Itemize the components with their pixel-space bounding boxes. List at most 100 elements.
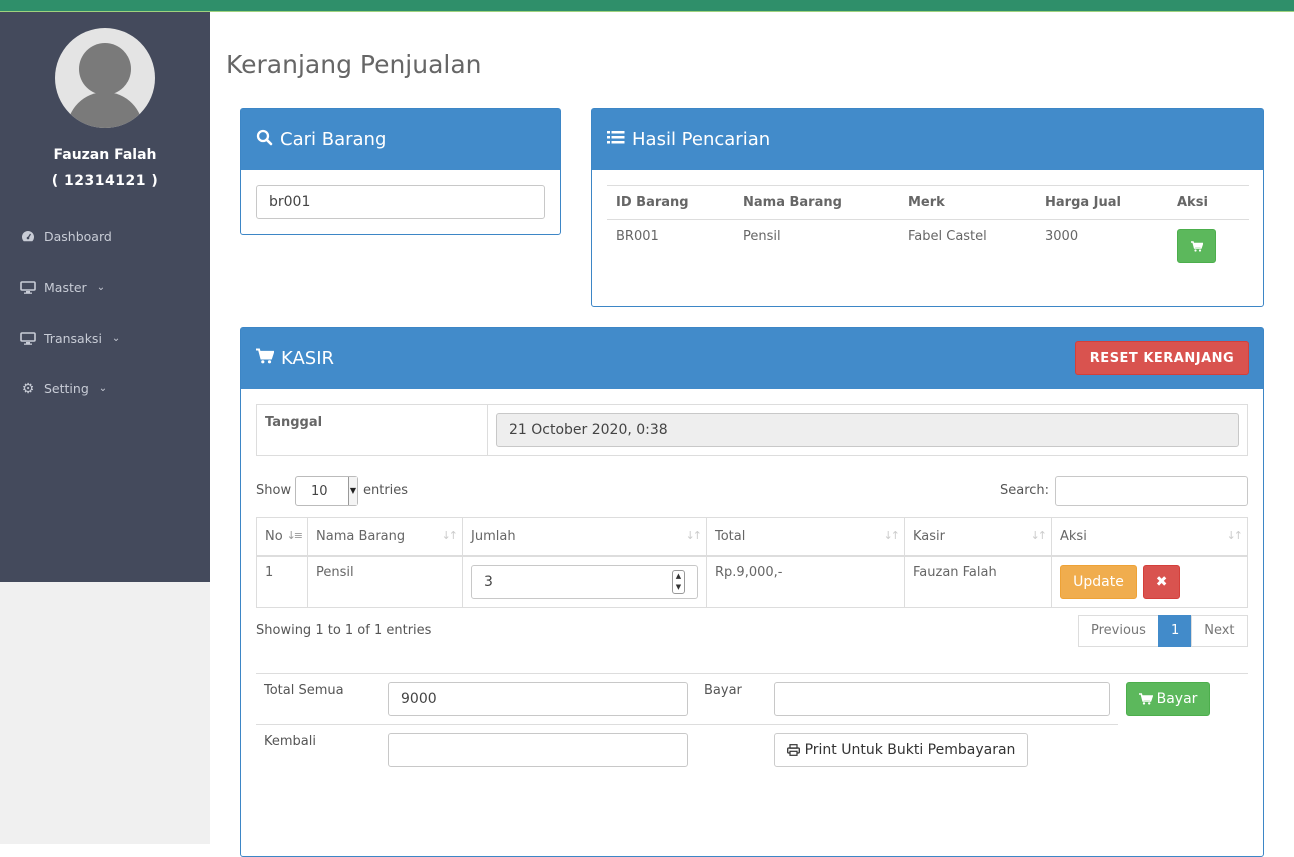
sort-icon: ↓↑ <box>883 529 901 542</box>
cart-icon <box>1190 240 1203 252</box>
date-box: Tanggal 21 October 2020, 0:38 <box>256 404 1248 456</box>
dashboard-icon <box>20 230 36 244</box>
row-total: Rp.9,000,- <box>706 555 905 608</box>
row-item-name: Pensil <box>307 555 463 608</box>
pay-field[interactable] <box>774 682 1110 716</box>
column-header-jumlah[interactable]: Jumlah ↓↑ <box>462 517 707 557</box>
date-label: Tanggal <box>257 405 488 455</box>
sidebar-footer-area <box>0 582 210 844</box>
column-header: Aksi <box>1168 185 1249 220</box>
change-label: Kembali <box>264 734 316 749</box>
change-field[interactable] <box>388 733 688 767</box>
item-brand: Fabel Castel <box>908 229 987 244</box>
gear-icon: ⚙ <box>21 380 35 397</box>
desktop-icon <box>20 281 36 295</box>
update-button[interactable]: Update <box>1060 564 1137 599</box>
column-header: ID Barang <box>607 185 734 220</box>
column-header-aksi[interactable]: Aksi ↓↑ <box>1051 517 1248 557</box>
reset-cart-button[interactable]: RESET KERANJANG <box>1075 341 1249 375</box>
list-icon <box>607 129 625 150</box>
sidebar: Fauzan Falah ( 12314121 ) Dashboard Mast… <box>0 12 210 582</box>
page-title: Keranjang Penjualan <box>226 50 482 79</box>
item-id: BR001 <box>616 229 659 244</box>
table-search-input[interactable] <box>1055 476 1248 506</box>
cart-icon <box>1138 693 1153 705</box>
pagination-previous[interactable]: Previous <box>1078 615 1159 647</box>
chevron-down-icon: ⌄ <box>96 282 106 293</box>
close-icon: ✖ <box>1155 573 1168 590</box>
entries-label: entries <box>363 483 409 498</box>
divider <box>256 724 1118 725</box>
print-button-label: Print Untuk Bukti Pembayaran <box>804 742 1016 758</box>
sidebar-item-label: Master <box>44 280 87 295</box>
item-action <box>1168 220 1249 273</box>
results-panel-header: Hasil Pencarian <box>592 109 1263 170</box>
chevron-down-icon: ⌄ <box>111 333 121 344</box>
entries-value: 10 <box>311 484 328 499</box>
show-label: Show <box>256 483 292 498</box>
pay-button-label: Bayar <box>1156 691 1198 707</box>
sidebar-item-master[interactable]: Master ⌄ <box>20 280 105 295</box>
add-to-cart-button[interactable] <box>1177 229 1216 263</box>
sidebar-item-setting[interactable]: ⚙ Setting ⌄ <box>20 380 108 397</box>
item-price: 3000 <box>1045 229 1079 244</box>
print-receipt-button[interactable]: Print Untuk Bukti Pembayaran <box>774 733 1028 767</box>
desktop-icon <box>20 332 36 346</box>
kasir-panel-title: KASIR <box>281 348 335 369</box>
column-header: Merk <box>899 185 1036 220</box>
cart-icon <box>256 348 275 369</box>
kasir-panel: KASIR RESET KERANJANG Tanggal 21 October… <box>240 327 1264 857</box>
chevron-down-icon: ⌄ <box>98 383 108 394</box>
print-icon <box>786 744 800 756</box>
search-panel-title: Cari Barang <box>280 129 387 150</box>
total-label: Total Semua <box>264 683 344 698</box>
column-header: Nama Barang <box>734 185 899 220</box>
table-row: BR001 Pensil Fabel Castel 3000 <box>607 220 1249 273</box>
quantity-stepper[interactable]: 3 ▲ ▼ <box>471 564 698 599</box>
sort-icon: ↓↑ <box>1030 529 1048 542</box>
user-id: ( 12314121 ) <box>51 173 159 189</box>
sort-asc-icon: ↓≡ <box>286 529 304 542</box>
delete-button[interactable]: ✖ <box>1143 564 1181 599</box>
avatar <box>55 28 155 128</box>
sort-icon: ↓↑ <box>441 529 459 542</box>
search-panel-header: Cari Barang <box>241 109 560 170</box>
pagination-page-1[interactable]: 1 <box>1157 615 1193 647</box>
row-quantity-cell: 3 ▲ ▼ <box>462 555 707 608</box>
total-field[interactable] <box>388 682 688 716</box>
pay-button[interactable]: Bayar <box>1126 682 1210 716</box>
quantity-value: 3 <box>484 573 493 590</box>
sidebar-item-label: Dashboard <box>44 229 112 244</box>
pay-label: Bayar <box>704 683 742 698</box>
user-name: Fauzan Falah <box>53 147 157 163</box>
column-header-no[interactable]: No ↓≡ <box>256 517 308 557</box>
results-panel: Hasil Pencarian ID Barang Nama Barang Me… <box>591 108 1264 307</box>
chevron-down-icon: ▼ <box>348 477 357 505</box>
column-header-nama[interactable]: Nama Barang ↓↑ <box>307 517 463 557</box>
results-table: ID Barang Nama Barang Merk Harga Jual Ak… <box>607 185 1249 272</box>
pagination: Previous 1 Next <box>1078 615 1248 647</box>
row-cashier: Fauzan Falah <box>904 555 1052 608</box>
sidebar-item-transaksi[interactable]: Transaksi ⌄ <box>20 331 120 346</box>
sidebar-item-dashboard[interactable]: Dashboard <box>20 229 112 244</box>
sort-icon: ↓↑ <box>1226 529 1244 542</box>
results-panel-title: Hasil Pencarian <box>632 129 771 150</box>
search-item-input[interactable] <box>256 185 545 219</box>
stepper-arrows-icon[interactable]: ▲ ▼ <box>672 569 685 594</box>
search-label: Search: <box>1000 483 1050 498</box>
sidebar-item-label: Transaksi <box>44 331 102 346</box>
cart-table: No ↓≡ Nama Barang ↓↑ Jumlah ↓↑ Total ↓↑ Kasi… <box>256 517 1248 608</box>
pagination-next[interactable]: Next <box>1191 615 1248 647</box>
table-row: 1 Pensil 3 ▲ ▼ Rp.9,000,- Fauzan Falah Up… <box>256 555 1248 608</box>
top-bar <box>0 0 1294 12</box>
row-actions: Update ✖ <box>1051 555 1248 608</box>
row-number: 1 <box>256 555 308 608</box>
search-panel: Cari Barang <box>240 108 561 235</box>
entries-select[interactable]: 10 ▼ <box>295 476 358 506</box>
table-info: Showing 1 to 1 of 1 entries <box>256 623 432 638</box>
column-header: Harga Jual <box>1036 185 1168 220</box>
divider <box>256 673 1248 674</box>
column-header-kasir[interactable]: Kasir ↓↑ <box>904 517 1052 557</box>
column-header-total[interactable]: Total ↓↑ <box>706 517 905 557</box>
item-name: Pensil <box>743 229 781 244</box>
